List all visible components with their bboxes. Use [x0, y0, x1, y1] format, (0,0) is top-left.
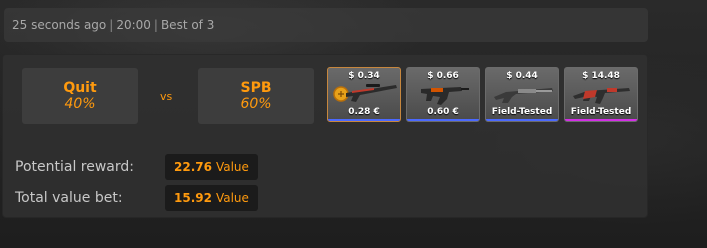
- team-left-card[interactable]: Quit 40%: [22, 68, 138, 124]
- separator: |: [109, 18, 114, 32]
- bet-item[interactable]: $ 0.34 0.28 €: [327, 67, 401, 122]
- rarity-bar: [486, 119, 558, 121]
- item-label: 0.60 €: [427, 107, 459, 117]
- team-name: Quit: [63, 80, 97, 96]
- match-time: 20:00: [116, 18, 151, 32]
- separator: |: [153, 18, 158, 32]
- potential-reward-value-box: 22.76 Value: [165, 154, 258, 180]
- bet-item[interactable]: $ 0.44 Field-Tested: [485, 67, 559, 122]
- rarity-bar: [328, 119, 400, 121]
- potential-reward-value: 22.76: [174, 160, 212, 174]
- smg-icon: [421, 87, 469, 105]
- rarity-bar: [565, 119, 637, 121]
- item-label: Field-Tested: [570, 107, 632, 117]
- value-unit: Value: [215, 160, 249, 174]
- team-right-card[interactable]: SPB 60%: [198, 68, 314, 124]
- potential-reward-label: Potential reward:: [15, 159, 134, 175]
- team-percent: 60%: [240, 96, 272, 112]
- bet-panel: Quit 40% vs SPB 60% $ 0.34 0.28 € $ 0.66: [2, 54, 648, 218]
- total-bet-value: 15.92: [174, 191, 212, 205]
- match-info-bar: 25 seconds ago | 20:00 | Best of 3: [4, 8, 648, 42]
- team-name: SPB: [240, 80, 272, 96]
- rarity-bar: [407, 119, 479, 121]
- match-format: Best of 3: [160, 18, 215, 32]
- sniper-rifle-icon: [333, 84, 397, 102]
- value-unit: Value: [215, 191, 249, 205]
- total-bet-value-box: 15.92 Value: [165, 185, 258, 211]
- rifle-icon: [573, 88, 630, 104]
- bet-item[interactable]: $ 14.48 Field-Tested: [564, 67, 638, 122]
- vs-label: vs: [160, 90, 173, 103]
- time-ago: 25 seconds ago: [12, 18, 107, 32]
- team-percent: 40%: [64, 96, 96, 112]
- total-bet-row: Total value bet: 15.92 Value: [15, 185, 258, 211]
- total-bet-label: Total value bet:: [15, 190, 123, 206]
- shotgun-icon: [494, 88, 553, 103]
- item-label: Field-Tested: [491, 107, 553, 117]
- potential-reward-row: Potential reward: 22.76 Value: [15, 154, 258, 180]
- item-label: 0.28 €: [348, 107, 380, 117]
- bet-item[interactable]: $ 0.66 0.60 €: [406, 67, 480, 122]
